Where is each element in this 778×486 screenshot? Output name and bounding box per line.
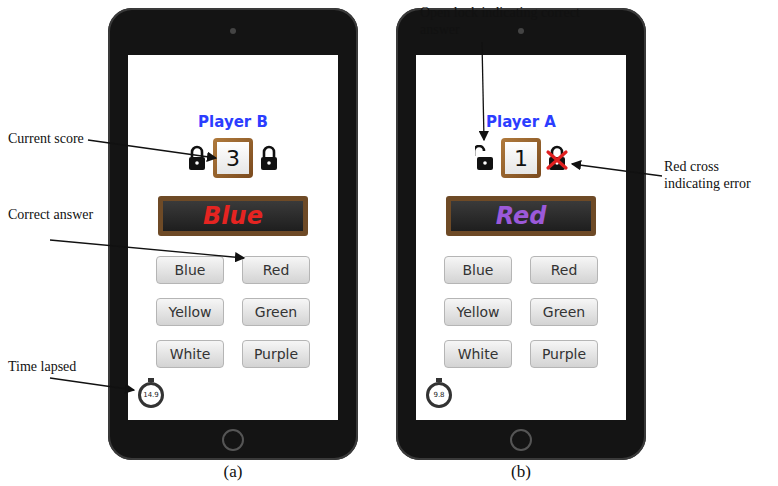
timer-value: 14.9	[143, 391, 159, 399]
home-button[interactable]	[222, 429, 244, 451]
annotation-label: Time lapsed	[8, 358, 98, 375]
red-cross-icon	[545, 149, 569, 171]
panel: Player B 3 Blue Blue Red Yellow Green White Purp…	[108, 8, 358, 482]
stopwatch-nub	[436, 378, 442, 382]
stimulus-word: Red	[496, 201, 547, 231]
game-screen: Player A 1 Red Blue Red Yellow Green White Purpl…	[416, 55, 626, 420]
score-tile: 1	[501, 138, 541, 178]
answer-button[interactable]: Purple	[530, 340, 598, 368]
camera	[230, 28, 236, 34]
score-tile: 3	[213, 138, 253, 178]
answer-button[interactable]: White	[156, 340, 224, 368]
score-value: 3	[217, 142, 249, 174]
tablet: Player A 1 Red Blue Red Yellow Green White Purpl…	[396, 8, 646, 460]
answer-button[interactable]: Red	[242, 256, 310, 284]
stopwatch-icon: 14.9	[138, 382, 164, 408]
game-screen: Player B 3 Blue Blue Red Yellow Green White Purp…	[128, 55, 338, 420]
closed-lock-icon	[259, 145, 279, 171]
score-value: 1	[505, 142, 537, 174]
figure: Player B 3 Blue Blue Red Yellow Green White Purp…	[0, 0, 778, 486]
word-board: Red	[446, 196, 596, 236]
answer-button[interactable]: Yellow	[156, 298, 224, 326]
lock	[187, 145, 207, 171]
timer-value: 9.8	[433, 391, 444, 399]
stopwatch-nub	[148, 378, 154, 382]
stopwatch-icon: 9.8	[426, 382, 452, 408]
answer-button[interactable]: Red	[530, 256, 598, 284]
home-button[interactable]	[510, 429, 532, 451]
answer-grid: Blue Red Yellow Green White Purple	[156, 256, 310, 368]
annotation-arrow	[50, 378, 134, 390]
score-row: 3	[187, 138, 279, 178]
answer-button[interactable]: Green	[530, 298, 598, 326]
camera	[518, 28, 524, 34]
panel-caption: (a)	[224, 462, 243, 482]
annotation-label: Open lock indicating correct answer	[420, 4, 595, 38]
answer-grid: Blue Red Yellow Green White Purple	[444, 256, 598, 368]
annotation-label: Correct answer	[8, 206, 108, 223]
tablet: Player B 3 Blue Blue Red Yellow Green White Purp…	[108, 8, 358, 460]
closed-lock-icon	[187, 145, 207, 171]
arrows	[0, 0, 778, 486]
panel-caption: (b)	[511, 462, 531, 482]
annotation-arrow	[50, 240, 244, 258]
player-label: Player A	[486, 113, 556, 132]
player-label: Player B	[198, 113, 268, 132]
score-row: 1	[475, 138, 567, 178]
answer-button[interactable]: Green	[242, 298, 310, 326]
answer-button[interactable]: Purple	[242, 340, 310, 368]
answer-button[interactable]: Blue	[156, 256, 224, 284]
annotation-label: Red cross indicating error	[664, 158, 774, 192]
annotation-label: Current score	[8, 130, 98, 147]
answer-button[interactable]: White	[444, 340, 512, 368]
panel: Player A 1 Red Blue Red Yellow Green White Purpl…	[396, 8, 646, 482]
stimulus-word: Blue	[203, 201, 263, 231]
lock	[547, 145, 567, 171]
lock	[259, 145, 279, 171]
word-board: Blue	[158, 196, 308, 236]
annotation-arrow	[572, 164, 662, 176]
annotation-arrow	[482, 42, 484, 140]
panels-row: Player B 3 Blue Blue Red Yellow Green White Purp…	[0, 0, 778, 482]
answer-button[interactable]: Blue	[444, 256, 512, 284]
answer-button[interactable]: Yellow	[444, 298, 512, 326]
open-lock-icon	[475, 145, 495, 171]
lock	[475, 145, 495, 171]
annotation-arrow	[88, 140, 216, 158]
